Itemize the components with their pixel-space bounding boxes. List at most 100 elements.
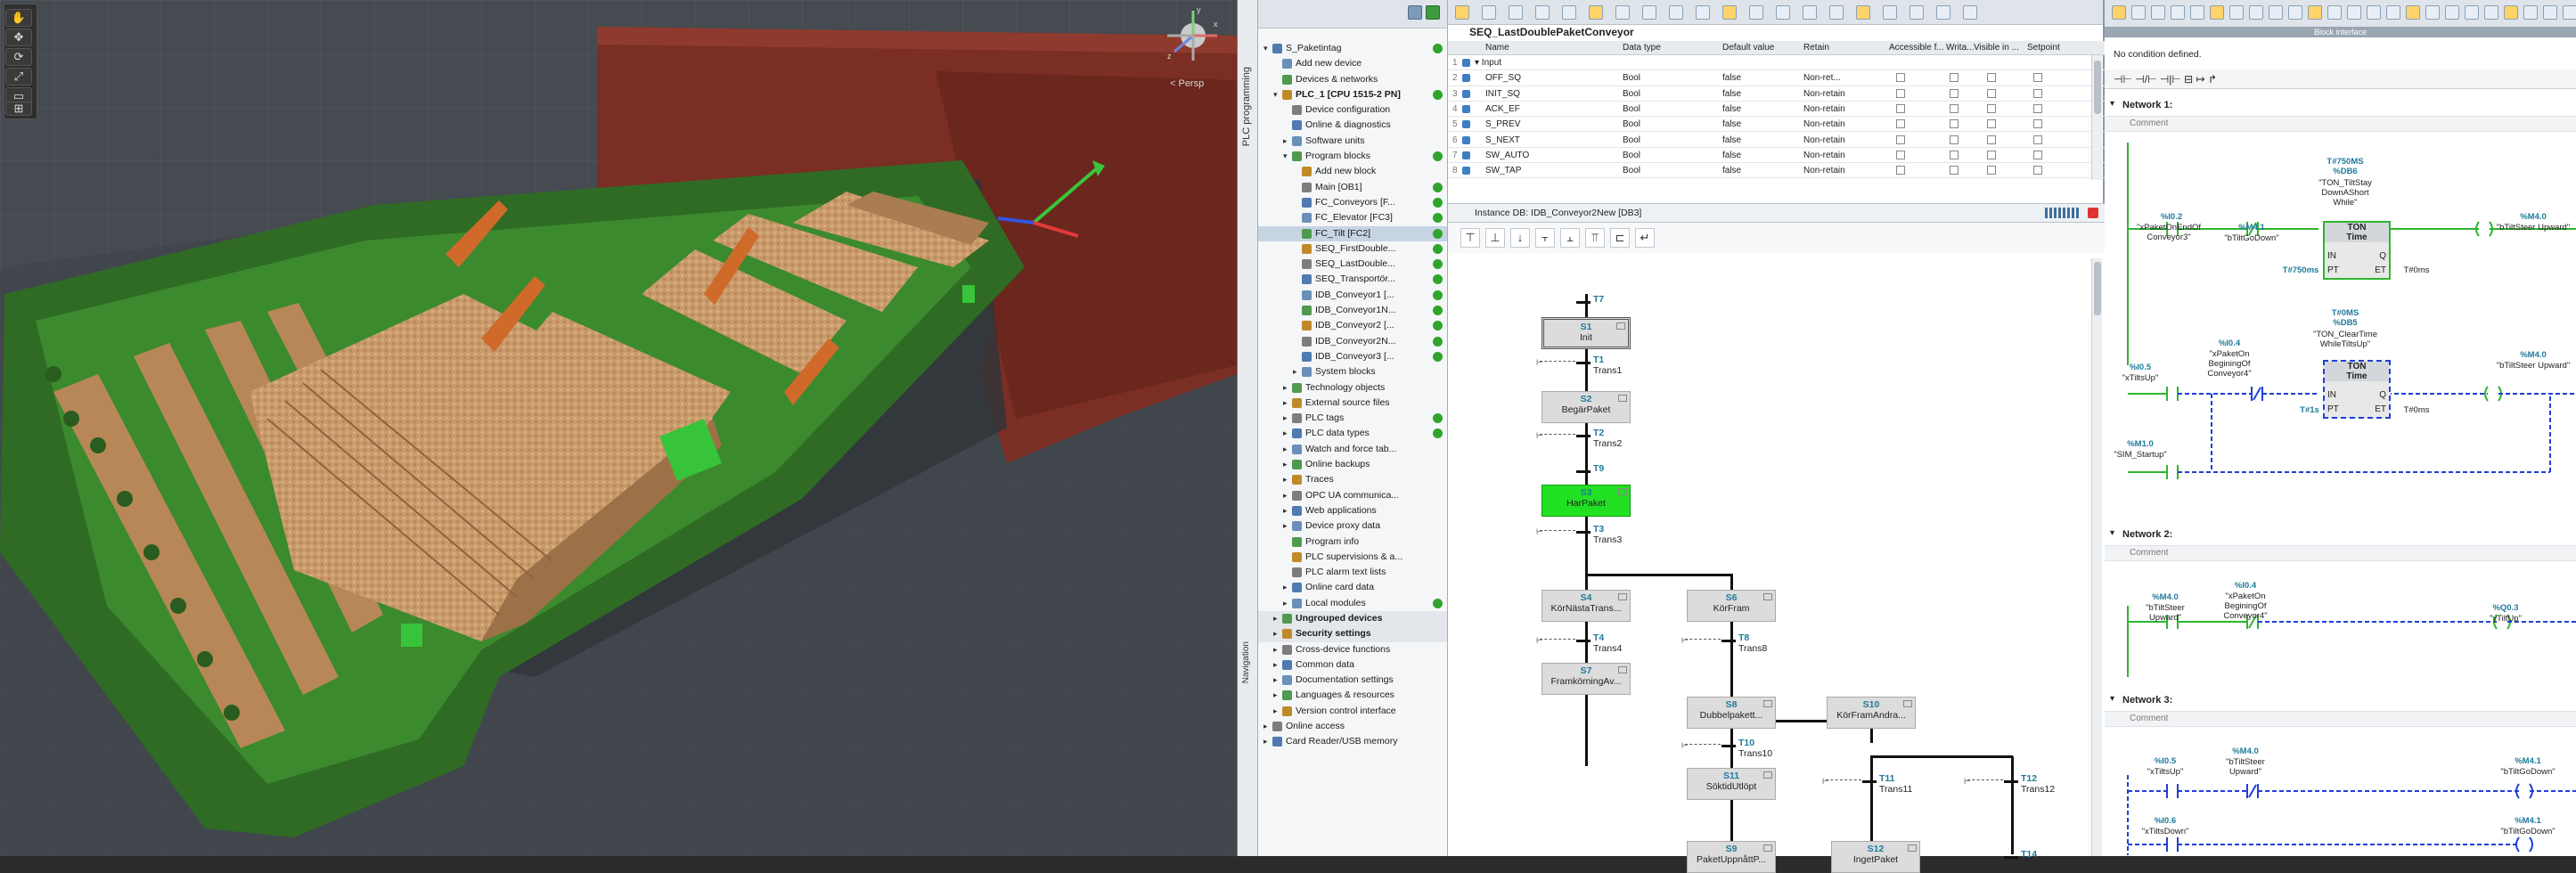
checkbox[interactable] — [2033, 119, 2042, 129]
checkbox[interactable] — [2033, 150, 2042, 159]
ladder-operand[interactable]: "bTiltSteer Upward" — [2130, 603, 2201, 623]
checkbox[interactable] — [1987, 166, 1996, 175]
tree-item[interactable]: PLC supervisions & a... — [1258, 550, 1447, 565]
checkbox[interactable] — [1896, 73, 1905, 83]
step-action-icon[interactable] — [1618, 488, 1627, 495]
toolbar-button-icon[interactable] — [2327, 5, 2342, 20]
ladder-operand[interactable]: %Q0.3 — [2470, 603, 2541, 613]
transition-label[interactable]: T4 Trans4 — [1593, 632, 1622, 654]
jump-icon[interactable]: ⫪ — [1585, 228, 1605, 248]
toolbar-button-icon[interactable] — [2151, 5, 2165, 20]
step-box[interactable]: S12 IngetPaket — [1831, 841, 1920, 873]
toolbar-button-icon[interactable] — [1482, 5, 1496, 20]
expand-arrow-icon[interactable]: ▾ — [1283, 149, 1290, 164]
scale-tool-icon[interactable]: ⤢ — [5, 68, 32, 86]
ladder-operand[interactable]: "TON_ClearTime WhileTiltsUp" — [2310, 330, 2381, 349]
checkbox[interactable] — [1987, 88, 1996, 98]
interface-scrollbar[interactable] — [2091, 55, 2102, 180]
tree-item[interactable]: Program info — [1258, 534, 1447, 550]
toolbar-button-icon[interactable] — [1883, 5, 1897, 20]
network-title[interactable]: Network 2: — [2122, 529, 2172, 540]
tree-item[interactable]: ▸ Online card data — [1258, 580, 1447, 595]
ladder-operand[interactable]: "SIM_Startup" — [2105, 450, 2176, 460]
checkbox[interactable] — [1950, 73, 1959, 83]
tree-item[interactable]: ▾ PLC_1 [CPU 1515-2 PN] — [1258, 87, 1447, 102]
branch-icon[interactable]: ↓ — [1510, 228, 1530, 248]
checkbox[interactable] — [1896, 119, 1905, 129]
ladder-operand[interactable]: "bTiltGoDown" — [2488, 827, 2568, 836]
toolbar-button-icon[interactable] — [2484, 5, 2498, 20]
toolbar-button-icon[interactable] — [2171, 5, 2185, 20]
toolbar-button-icon[interactable] — [1562, 5, 1576, 20]
alt-branch-icon[interactable]: ⫟ — [1535, 228, 1555, 248]
tree-item[interactable]: Add new device — [1258, 56, 1447, 71]
step-action-icon[interactable] — [1616, 322, 1625, 330]
ladder-operand[interactable]: T#0MS — [2310, 308, 2381, 318]
perspective-toggle[interactable]: < Persp — [1170, 78, 1204, 89]
tree-item[interactable]: ▸ Documentation settings — [1258, 673, 1447, 688]
tree-item[interactable]: ▸ Cross-device functions — [1258, 642, 1447, 657]
step-box[interactable]: S7 FramkörningAv... — [1542, 663, 1631, 695]
transition-bar[interactable] — [1576, 435, 1591, 437]
ladder-operand[interactable]: %M4.0 — [2493, 212, 2573, 222]
tree-item[interactable]: ▸ Local modules — [1258, 596, 1447, 611]
step-action-icon[interactable] — [1618, 395, 1627, 402]
expand-arrow-icon[interactable]: ▸ — [1283, 580, 1290, 595]
rotate-tool-icon[interactable]: ⟳ — [5, 48, 32, 66]
expand-arrow-icon[interactable]: ▸ — [1273, 657, 1280, 673]
ladder-operand[interactable]: "bTiltSteer Upward" — [2493, 223, 2573, 233]
interface-row[interactable]: 1 ▾ Input — [1448, 55, 2105, 71]
ladder-operand[interactable]: T#0ms — [2390, 405, 2443, 415]
expand-arrow-icon[interactable]: ▸ — [1273, 704, 1280, 719]
transition-bar[interactable] — [1862, 780, 1877, 783]
tree-item[interactable]: ▸ Online access — [1258, 719, 1447, 734]
ladder-operand[interactable]: T#750ms — [2274, 265, 2327, 275]
step-box[interactable]: S6 KörFram — [1687, 590, 1776, 622]
checkbox[interactable] — [1896, 150, 1905, 159]
tree-item[interactable]: ▸ Traces — [1258, 472, 1447, 487]
zoom-slider-icon[interactable] — [2045, 208, 2081, 218]
transition-bar[interactable] — [1721, 745, 1736, 747]
checkbox[interactable] — [2033, 166, 2042, 175]
toolbar-button-icon[interactable] — [2210, 5, 2224, 20]
ladder-operand[interactable]: %I0.4 — [2194, 339, 2265, 348]
ladder-operand[interactable]: %I0.6 — [2130, 816, 2201, 826]
close-branch-icon[interactable]: ⊏ — [1610, 228, 1630, 248]
checkbox[interactable] — [2033, 135, 2042, 144]
tree-item[interactable]: SEQ_Transportör... — [1258, 272, 1447, 287]
tree-item[interactable]: ▸ Web applications — [1258, 503, 1447, 518]
toolbar-button-icon[interactable] — [2131, 5, 2146, 20]
move-tool-icon[interactable]: ✥ — [5, 29, 32, 46]
checkbox[interactable] — [1987, 103, 1996, 113]
tree-item[interactable]: IDB_Conveyor1N... — [1258, 303, 1447, 318]
sim-branch-icon[interactable]: ⫠ — [1560, 228, 1580, 248]
tree-item[interactable]: ▸ Version control interface — [1258, 704, 1447, 719]
checkbox[interactable] — [1950, 119, 1959, 129]
ladder-operand[interactable]: T#0ms — [2390, 265, 2443, 275]
tree-item[interactable]: ▾ Program blocks — [1258, 149, 1447, 164]
tree-item[interactable]: ▸ PLC tags — [1258, 411, 1447, 426]
expand-arrow-icon[interactable]: ▸ — [1283, 396, 1290, 411]
ladder-operand[interactable]: "bTiltSteer Upward" — [2493, 361, 2573, 371]
interface-row[interactable]: 6 S_NEXT Bool false Non-retain — [1448, 133, 2105, 148]
expand-arrow-icon[interactable]: ▸ — [1283, 596, 1290, 611]
checkbox[interactable] — [1896, 166, 1905, 175]
toolbar-button-icon[interactable] — [1963, 5, 1977, 20]
toolbar-button-icon[interactable] — [2425, 5, 2440, 20]
step-action-icon[interactable] — [1763, 700, 1772, 707]
transition-bar[interactable] — [2004, 856, 2018, 859]
tree-item[interactable]: FC_Tilt [FC2] — [1258, 225, 1447, 241]
toolbar-button-icon[interactable] — [1749, 5, 1763, 20]
tree-item[interactable]: IDB_Conveyor1 [... — [1258, 288, 1447, 303]
toolbar-button-icon[interactable] — [2249, 5, 2263, 20]
collapse-icon[interactable]: ▾ — [2110, 528, 2114, 538]
interface-row[interactable]: 8 SW_TAP Bool false Non-retain — [1448, 163, 2105, 179]
checkbox[interactable] — [1987, 73, 1996, 83]
toolbar-button-icon[interactable] — [2347, 5, 2361, 20]
checkbox[interactable] — [1987, 150, 1996, 159]
toolbar-button-icon[interactable] — [2229, 5, 2244, 20]
toolbar-button-icon[interactable] — [1910, 5, 1924, 20]
transition-label[interactable]: T2 Trans2 — [1593, 428, 1622, 449]
toolbar-button-icon[interactable] — [1856, 5, 1870, 20]
checkbox[interactable] — [1950, 166, 1959, 175]
